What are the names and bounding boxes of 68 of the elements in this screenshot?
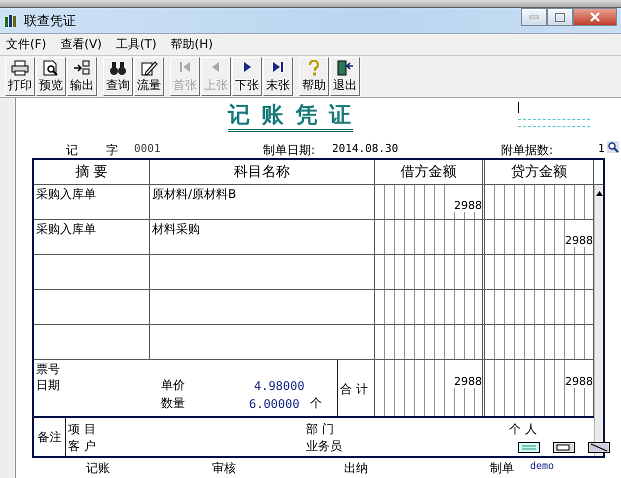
- toolbar-button[interactable]: 查询: [103, 57, 133, 96]
- minimize-icon: [529, 15, 539, 19]
- close-icon: [590, 12, 600, 22]
- person-label: 个 人: [509, 421, 537, 438]
- total-label: 合 计: [338, 360, 375, 416]
- column-header: 贷方金额: [485, 160, 594, 184]
- question-mark-icon: [307, 60, 321, 76]
- remarks-label: 备注: [34, 418, 66, 456]
- summary-cell: 采购入库单: [34, 185, 150, 219]
- first-page-icon: [178, 60, 192, 74]
- binoculars-icon: [109, 60, 127, 76]
- exit-door-icon: [336, 60, 354, 76]
- salesperson-label: 业务员: [306, 438, 342, 455]
- voucher-number: 0001: [134, 142, 160, 155]
- attachments-count: 1: [598, 142, 605, 155]
- books-icon: [4, 14, 18, 28]
- last-page-icon: [271, 60, 285, 74]
- toolbar-button[interactable]: 末张: [263, 57, 293, 96]
- vertical-scrollbar[interactable]: [594, 185, 603, 456]
- ticket-label: 票号: [36, 361, 60, 378]
- column-header: 科目名称: [150, 160, 375, 184]
- toolbar-button[interactable]: 退出: [330, 57, 360, 96]
- magnifier-page-icon: [42, 60, 60, 76]
- unit-price-value: 4.98000: [254, 379, 305, 393]
- menu-item[interactable]: 工具(T): [116, 36, 157, 54]
- toolbar-button[interactable]: 输出: [67, 57, 97, 96]
- customer-label: 客 户: [68, 438, 96, 455]
- close-button[interactable]: [573, 8, 617, 26]
- toolbar-button[interactable]: 预览: [36, 57, 66, 96]
- unit-price-label: 单价: [161, 377, 185, 394]
- scroll-up-icon[interactable]: [596, 191, 602, 196]
- quantity-label: 数量: [161, 395, 185, 412]
- card-icon[interactable]: [518, 442, 540, 453]
- menu-item[interactable]: 文件(F): [6, 36, 46, 54]
- menu-item[interactable]: 帮助(H): [170, 36, 213, 54]
- summary-cell: 采购入库单: [34, 220, 150, 254]
- search-icon[interactable]: [607, 141, 619, 153]
- attachments-label: 附单据数:: [501, 142, 554, 159]
- account-cell: 原材料/原材料B: [150, 185, 375, 219]
- signature-label: 制单: [490, 460, 514, 477]
- maximize-button[interactable]: [547, 8, 573, 26]
- unit-label: 个: [310, 395, 322, 412]
- voucher-title: 记 账 凭 证: [228, 103, 353, 132]
- toolbar-button[interactable]: 下张: [232, 57, 262, 96]
- signature-label: 记账: [86, 460, 110, 477]
- toolbar-button[interactable]: 流量: [134, 57, 164, 96]
- toolbar-button[interactable]: 帮助: [299, 57, 329, 96]
- signature-label: 审核: [212, 460, 236, 477]
- voucher-type: 记: [66, 142, 78, 159]
- signature-label: 出纳: [344, 460, 368, 477]
- column-header: 摘 要: [34, 160, 150, 184]
- signature-value: demo: [530, 461, 554, 472]
- menu-item[interactable]: 查看(V): [60, 36, 102, 54]
- quantity-value: 6.00000: [249, 397, 300, 411]
- window-title: 联查凭证: [24, 12, 76, 30]
- account-cell: 材料采购: [150, 220, 375, 254]
- minimize-button[interactable]: [521, 8, 547, 26]
- export-arrow-icon: [73, 60, 91, 76]
- date-label: 制单日期:: [263, 142, 316, 159]
- voucher-type-suffix: 字: [106, 142, 118, 159]
- project-label: 项 目: [68, 421, 96, 438]
- date-field-label: 日期: [36, 377, 60, 394]
- pen-paper-icon: [140, 60, 158, 76]
- printer-icon: [11, 60, 29, 76]
- voucher-date: 2014.08.30: [332, 142, 398, 155]
- department-label: 部 门: [306, 421, 334, 438]
- maximize-icon: [555, 12, 565, 22]
- toolbar-button[interactable]: 打印: [5, 57, 35, 96]
